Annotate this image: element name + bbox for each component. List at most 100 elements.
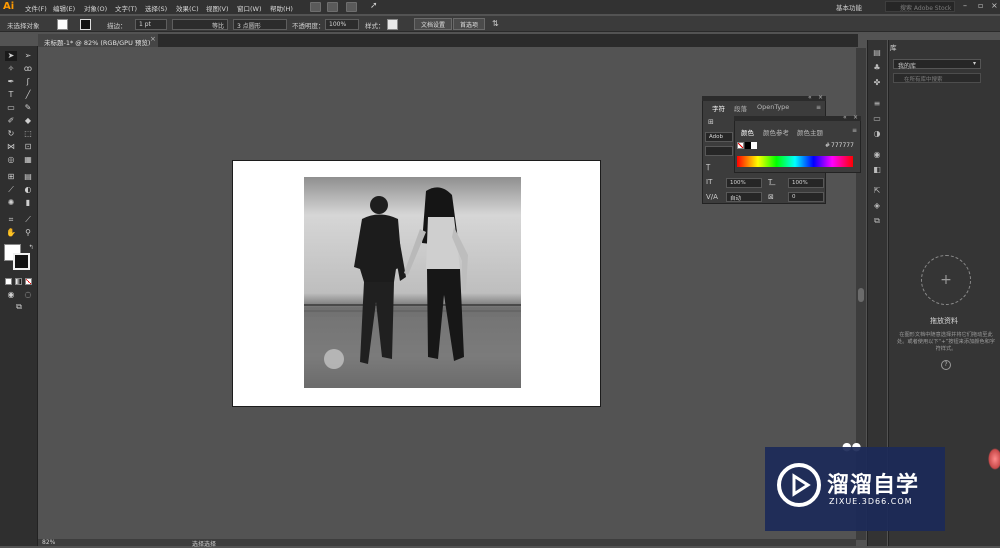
color-panel-header[interactable]: [734, 116, 861, 121]
menu-file[interactable]: 文件(F): [25, 3, 47, 13]
preferences-button[interactable]: 首选项: [453, 18, 486, 30]
menu-window[interactable]: 窗口(W): [237, 3, 262, 13]
stroke-weight-field[interactable]: 1 pt: [135, 19, 167, 30]
horizontal-scrollbar[interactable]: [38, 539, 856, 546]
none-color-icon[interactable]: [737, 142, 744, 149]
menu-view[interactable]: 视图(V): [206, 3, 229, 13]
help-icon[interactable]: ?: [941, 360, 951, 370]
font-style-field[interactable]: [705, 146, 733, 156]
brush-dropdown[interactable]: 3 点圆形: [233, 19, 287, 30]
graphic-styles-icon[interactable]: ◧: [872, 165, 882, 175]
workspace-switcher[interactable]: 基本功能: [836, 2, 862, 12]
scale-icon[interactable]: ⬚: [22, 129, 34, 139]
arrange-icon[interactable]: ⇅: [492, 19, 499, 28]
screen-mode-icon[interactable]: ⧉: [13, 302, 25, 312]
color-mode-icon[interactable]: [5, 278, 12, 285]
touch-type-icon[interactable]: ⊞: [708, 118, 714, 126]
menu-type[interactable]: 文字(T): [115, 3, 137, 13]
menu-select[interactable]: 选择(S): [145, 3, 167, 13]
panel-menu-icon[interactable]: ≡: [816, 104, 821, 111]
draw-inside-icon[interactable]: ◌: [22, 290, 34, 300]
eraser-icon[interactable]: ◆: [22, 116, 34, 126]
lasso-icon[interactable]: ꝏ: [22, 64, 34, 74]
vertical-scroll-thumb[interactable]: [858, 288, 864, 302]
document-tab[interactable]: 未标题-1* @ 82% (RGB/GPU 预览): [38, 34, 158, 47]
close-panel-icon[interactable]: ×: [818, 94, 823, 101]
properties-icon[interactable]: ▤: [872, 48, 882, 58]
eyedropper-icon[interactable]: ⟋: [5, 185, 17, 195]
hex-value-field[interactable]: 777777: [831, 142, 854, 149]
bridge-icon[interactable]: [310, 2, 321, 12]
tab-character[interactable]: 字符: [712, 103, 725, 113]
mesh-icon[interactable]: ⊞: [5, 172, 17, 182]
minimize-icon[interactable]: –: [963, 1, 967, 10]
send-icon[interactable]: ➚: [370, 1, 378, 11]
close-color-panel-icon[interactable]: ×: [853, 114, 858, 121]
tab-paragraph[interactable]: 段落: [734, 103, 747, 113]
zoom-icon[interactable]: ⚲: [22, 228, 34, 238]
placed-photo[interactable]: [304, 177, 521, 388]
collapse-panel-icon[interactable]: «: [808, 94, 812, 101]
free-transform-icon[interactable]: ⊡: [22, 142, 34, 152]
horizontal-scale-field[interactable]: 100%: [788, 178, 824, 188]
tab-color-themes[interactable]: 颜色主题: [797, 127, 823, 137]
column-graph-icon[interactable]: ▮: [22, 198, 34, 208]
symbols-icon[interactable]: ✤: [872, 78, 882, 88]
type-icon[interactable]: T: [5, 90, 17, 100]
stroke-color-swatch[interactable]: [80, 19, 91, 30]
close-tab-icon[interactable]: ×: [150, 35, 156, 43]
rotate-icon[interactable]: ↻: [5, 129, 17, 139]
adobe-stock-search[interactable]: 搜索 Adobe Stock: [885, 1, 955, 12]
opacity-field[interactable]: 100%: [325, 19, 359, 30]
graphic-style-swatch[interactable]: [387, 19, 398, 30]
chevron-down-icon[interactable]: ▾: [973, 60, 976, 67]
stroke-panel-icon[interactable]: ≡: [872, 99, 882, 109]
leading-field[interactable]: 自动: [726, 192, 762, 202]
stroke-profile-dropdown[interactable]: 等比: [172, 19, 228, 30]
library-search-input[interactable]: 在所有库中搜索: [893, 73, 981, 83]
tab-opentype[interactable]: OpenType: [757, 103, 789, 111]
draw-mode-icon[interactable]: ◉: [5, 290, 17, 300]
selection-icon[interactable]: ➤: [5, 51, 17, 61]
stock-icon[interactable]: [327, 2, 338, 12]
white-color-icon[interactable]: [751, 142, 757, 149]
layers-icon[interactable]: ◈: [872, 201, 882, 211]
perspective-icon[interactable]: ▦: [22, 155, 34, 165]
maximize-icon[interactable]: ▫: [978, 1, 983, 10]
symbol-sprayer-icon[interactable]: ✺: [5, 198, 17, 208]
blend-icon[interactable]: ◐: [22, 185, 34, 195]
menu-object[interactable]: 对象(O): [84, 3, 107, 13]
artboards-icon[interactable]: ⧉: [872, 216, 882, 226]
libraries-tab[interactable]: 库: [890, 42, 897, 52]
font-search-field[interactable]: Adob: [705, 132, 733, 142]
gradient-panel-icon[interactable]: ▭: [872, 114, 882, 124]
document-setup-button[interactable]: 文档设置: [414, 18, 453, 30]
drop-target-add[interactable]: +: [921, 255, 971, 305]
color-spectrum[interactable]: [737, 156, 853, 167]
artboard-icon[interactable]: ⌗: [5, 215, 17, 225]
color-panel-menu-icon[interactable]: ≡: [852, 127, 857, 134]
hand-icon[interactable]: ✋: [5, 228, 17, 238]
libraries-icon[interactable]: ♣: [872, 63, 882, 73]
fill-color-swatch[interactable]: [57, 19, 68, 30]
tab-color[interactable]: 颜色: [741, 127, 754, 137]
zoom-level[interactable]: 82%: [42, 539, 55, 546]
stroke-swatch[interactable]: [13, 253, 30, 270]
magic-wand-icon[interactable]: ✧: [5, 64, 17, 74]
direct-selection-icon[interactable]: ➢: [22, 51, 34, 61]
tab-color-guide[interactable]: 颜色参考: [763, 127, 789, 137]
line-icon[interactable]: ╱: [22, 90, 34, 100]
shape-builder-icon[interactable]: ◎: [5, 155, 17, 165]
menu-edit[interactable]: 编辑(E): [53, 3, 75, 13]
slice-icon[interactable]: ⟋: [22, 215, 34, 225]
width-icon[interactable]: ⋈: [5, 142, 17, 152]
appearance-icon[interactable]: ◉: [872, 150, 882, 160]
rectangle-icon[interactable]: ▭: [5, 103, 17, 113]
export-icon[interactable]: ⇱: [872, 186, 882, 196]
transparency-icon[interactable]: ◑: [872, 129, 882, 139]
shaper-icon[interactable]: ✐: [5, 116, 17, 126]
swap-fill-stroke-icon[interactable]: ↰: [25, 243, 37, 253]
paintbrush-icon[interactable]: ✎: [22, 103, 34, 113]
curvature-icon[interactable]: ʃ: [22, 77, 34, 87]
none-mode-icon[interactable]: [25, 278, 32, 285]
